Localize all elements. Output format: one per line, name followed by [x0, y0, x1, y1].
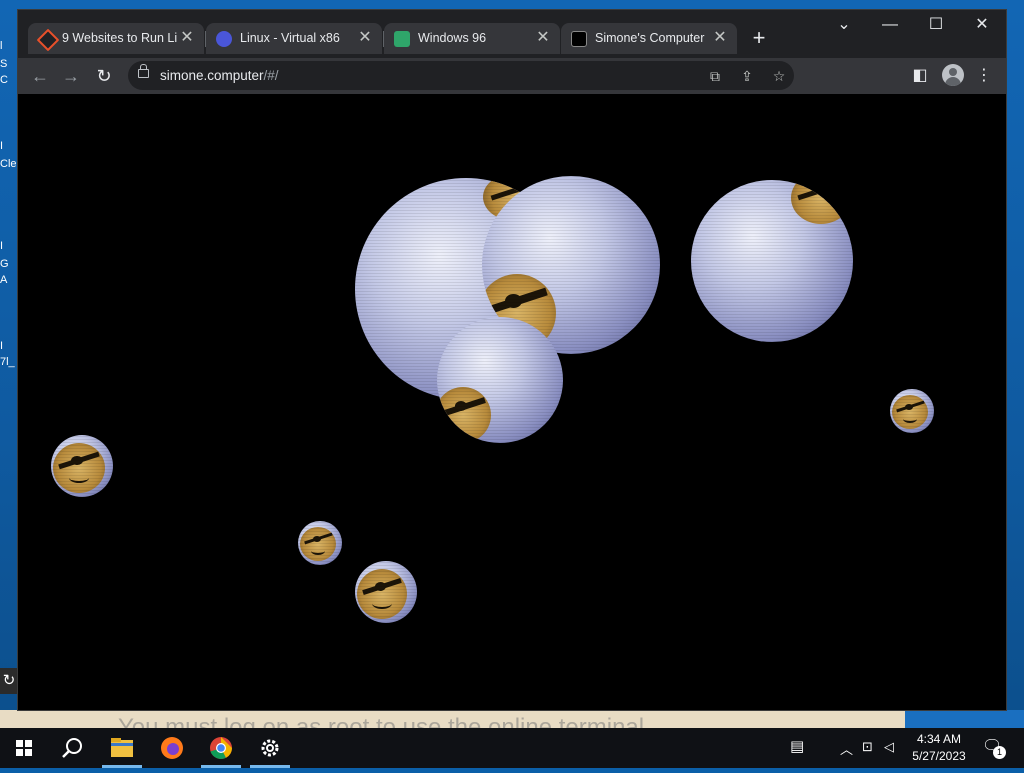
close-icon[interactable]: ✕: [711, 29, 729, 47]
tab-label: 9 Websites to Run Lin: [62, 31, 177, 45]
close-icon[interactable]: ✕: [356, 29, 374, 47]
tab-windows-96[interactable]: Windows 96 ✕: [384, 23, 560, 54]
mup-logo-icon: [36, 28, 60, 52]
tab-label: Linux - Virtual x86: [240, 31, 340, 45]
background-window-strip: You must log on as root to use the onlin…: [0, 710, 905, 728]
network-icon[interactable]: ⊡: [862, 739, 873, 755]
desktop-icon-label[interactable]: I: [0, 340, 18, 354]
windows-logo-icon: [16, 740, 32, 756]
smiley-face-icon: [300, 527, 336, 561]
system-clock[interactable]: 4:34 AM 5/27/2023: [905, 731, 973, 765]
tab-linux-virtual-x86[interactable]: Linux - Virtual x86 ✕: [206, 23, 382, 54]
tab-label: Windows 96: [418, 31, 487, 45]
smiley-face-icon: [791, 180, 851, 224]
minimize-button[interactable]: —: [867, 10, 913, 40]
chevron-up-icon[interactable]: ︿: [840, 739, 853, 758]
close-window-button[interactable]: ✕: [959, 10, 1005, 40]
background-window-strip-right: [905, 710, 1024, 728]
tab-9-websites[interactable]: 9 Websites to Run Lin ✕: [28, 23, 204, 54]
clock-time: 4:34 AM: [916, 732, 962, 746]
notification-count-badge: 1: [993, 746, 1006, 759]
smiley-face-icon: [53, 443, 105, 493]
browser-toolbar: ← → ↻ simone.computer/#/ ⧉ ⇪ ☆ ◧ ⋮: [18, 58, 1006, 94]
address-bar[interactable]: simone.computer/#/ ⧉ ⇪ ☆: [128, 61, 794, 90]
win96-icon: [394, 31, 410, 47]
open-in-app-icon[interactable]: ⧉: [704, 65, 726, 87]
taskbar: ▤ ︿ ⊡ ◁ 4:34 AM 5/27/2023 🗨 1: [0, 728, 1024, 768]
settings-button[interactable]: [246, 728, 294, 768]
more-menu-icon[interactable]: ⋮: [972, 64, 996, 88]
desktop-icon-label[interactable]: I: [0, 240, 18, 254]
v86-icon: [216, 31, 232, 47]
chrome-icon: [210, 737, 232, 759]
chrome-button[interactable]: [197, 728, 245, 768]
url-path: /#/: [263, 68, 279, 83]
firefox-button[interactable]: [148, 728, 196, 768]
share-icon[interactable]: ⇪: [736, 65, 758, 87]
file-explorer-icon: [111, 738, 133, 757]
url-text[interactable]: simone.computer/#/: [160, 68, 279, 83]
bookmark-star-icon[interactable]: ☆: [768, 65, 790, 87]
news-widget-icon[interactable]: ▤: [790, 737, 804, 755]
desktop-icon-label[interactable]: A: [0, 274, 18, 288]
eyeball-sphere-small: [355, 561, 417, 623]
reload-icon[interactable]: ↻: [92, 64, 116, 88]
close-icon[interactable]: ✕: [534, 29, 552, 47]
browser-window: 9 Websites to Run Lin ✕ Linux - Virtual …: [18, 10, 1006, 710]
desktop-icon-label[interactable]: I: [0, 140, 18, 154]
smiley-face-icon: [892, 395, 928, 429]
web-page-canvas[interactable]: [18, 94, 1006, 710]
volume-muted-icon[interactable]: ◁: [884, 739, 894, 755]
desktop-icon-label[interactable]: 7l_: [0, 356, 18, 370]
profile-avatar-icon[interactable]: [942, 64, 964, 86]
tab-label: Simone's Computer: [595, 31, 705, 45]
close-icon[interactable]: ✕: [178, 29, 196, 47]
forward-arrow-icon[interactable]: →: [59, 64, 83, 88]
side-panel-icon[interactable]: ◧: [908, 64, 932, 88]
eyeball-sphere: [691, 180, 853, 342]
file-explorer-button[interactable]: [98, 728, 146, 768]
refresh-icon[interactable]: ↻: [0, 668, 18, 694]
search-button[interactable]: [48, 728, 96, 768]
maximize-button[interactable]: ☐: [913, 10, 959, 40]
firefox-icon: [161, 737, 183, 759]
tab-simones-computer[interactable]: Simone's Computer ✕: [561, 23, 737, 54]
new-tab-button[interactable]: +: [749, 27, 769, 49]
settings-icon: [261, 739, 279, 757]
search-icon: [62, 738, 82, 758]
eyeball-sphere-small: [51, 435, 113, 497]
desktop-icon-label[interactable]: l: [0, 40, 18, 54]
desktop-icon-label[interactable]: G: [0, 258, 18, 272]
simone-icon: [571, 31, 587, 47]
lock-icon[interactable]: [138, 64, 149, 78]
background-window-text: You must log on as root to use the onlin…: [118, 714, 645, 728]
chevron-down-icon[interactable]: ⌄: [821, 10, 867, 40]
desktop-icon-label[interactable]: S: [0, 58, 18, 72]
smiley-face-icon: [357, 569, 407, 619]
eyeball-sphere-small: [298, 521, 342, 565]
eyeball-sphere: [437, 317, 563, 443]
clock-date: 5/27/2023: [912, 749, 966, 763]
smiley-face-icon: [437, 387, 491, 443]
desktop-icon-label[interactable]: C: [0, 74, 18, 88]
start-button[interactable]: [0, 728, 48, 768]
url-host: simone.computer: [160, 68, 264, 83]
tab-strip: 9 Websites to Run Lin ✕ Linux - Virtual …: [18, 10, 1006, 58]
back-arrow-icon[interactable]: ←: [28, 64, 52, 88]
eyeball-sphere-small: [890, 389, 934, 433]
desktop-icon-label[interactable]: Cle: [0, 158, 18, 172]
